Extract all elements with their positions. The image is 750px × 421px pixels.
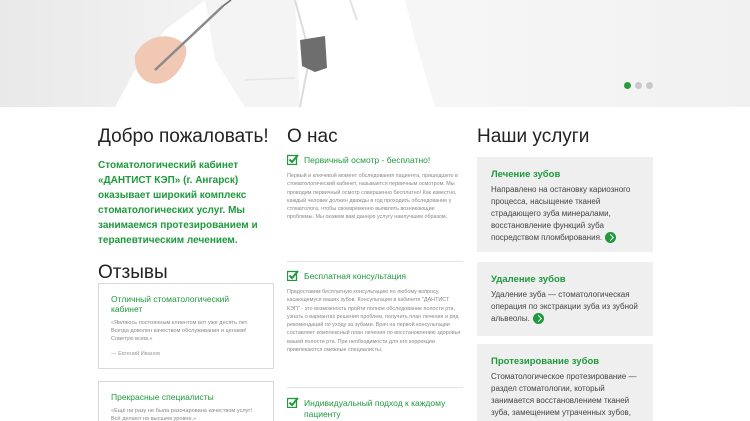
- service-title[interactable]: Протезирование зубов: [491, 356, 639, 367]
- arrow-right-icon[interactable]: [532, 313, 544, 325]
- service-text: Направлено на остановку кариозного проце…: [491, 185, 631, 244]
- review-author: — Евгений Иванов: [111, 351, 160, 357]
- slider-dot-2[interactable]: [635, 82, 642, 89]
- checkbox-check-icon: [287, 270, 299, 281]
- service-text: Стоматологическое протезирование — разде…: [491, 372, 637, 421]
- about-item: Первичный осмотр - бесплатно! Первый и к…: [287, 154, 463, 222]
- service-title[interactable]: Лечение зубов: [491, 169, 639, 180]
- service-title[interactable]: Удаление зубов: [491, 274, 639, 285]
- about-item-text: Первый и ключевой момент обследования па…: [287, 173, 458, 221]
- about-item-title: Первичный осмотр - бесплатно!: [304, 155, 431, 165]
- service-text: Удаление зуба — стоматологическая операц…: [491, 290, 638, 325]
- about-item-text: Предоставим бесплатную консультацию по л…: [287, 289, 461, 354]
- review-text: «Ещё ни разу не была разочарована качест…: [111, 408, 253, 421]
- divider: [287, 261, 463, 262]
- welcome-intro: Стоматологический кабинет «ДАНТИСТ КЭП» …: [98, 160, 258, 246]
- review-card: Прекрасные специалисты «Ещё ни разу не б…: [98, 381, 274, 421]
- review-title[interactable]: Отличный стоматологический кабинет: [111, 294, 261, 314]
- checkbox-check-icon: [287, 397, 299, 408]
- services-title: Наши услуги: [477, 126, 590, 147]
- service-card: Лечение зубов Направлено на остановку ка…: [477, 157, 653, 252]
- about-section: О нас: [287, 126, 463, 148]
- review-card: Отличный стоматологический кабинет «Явля…: [98, 283, 274, 369]
- review-title[interactable]: Прекрасные специалисты: [111, 392, 261, 402]
- checkbox-check-icon: [287, 154, 299, 165]
- reviews-title: Отзывы: [98, 262, 168, 283]
- services-section: Наши услуги: [477, 126, 653, 148]
- review-text: «Являюсь постоянным клиентом вот уже дес…: [111, 320, 249, 342]
- slider-dots: [624, 82, 653, 89]
- slider-dot-1[interactable]: [624, 82, 631, 89]
- about-item: Индивидуальный подход к каждому пациенту: [287, 397, 463, 420]
- hero-slider: [0, 0, 750, 107]
- welcome-section: Добро пожаловать! Стоматологический каби…: [98, 126, 274, 284]
- welcome-title: Добро пожаловать!: [98, 126, 269, 147]
- arrow-right-icon[interactable]: [605, 232, 617, 244]
- divider: [287, 387, 463, 388]
- slider-dot-3[interactable]: [646, 82, 653, 89]
- about-title: О нас: [287, 126, 338, 147]
- service-card: Протезирование зубов Стоматологическое п…: [477, 344, 653, 421]
- about-item-title: Бесплатная консультация: [304, 271, 406, 281]
- about-item-title: Индивидуальный подход к каждому пациенту: [304, 398, 446, 419]
- about-item: Бесплатная консультация Предоставим бесп…: [287, 270, 463, 354]
- doctor-photo: [115, 0, 435, 107]
- service-card: Удаление зубов Удаление зуба — стоматоло…: [477, 262, 653, 336]
